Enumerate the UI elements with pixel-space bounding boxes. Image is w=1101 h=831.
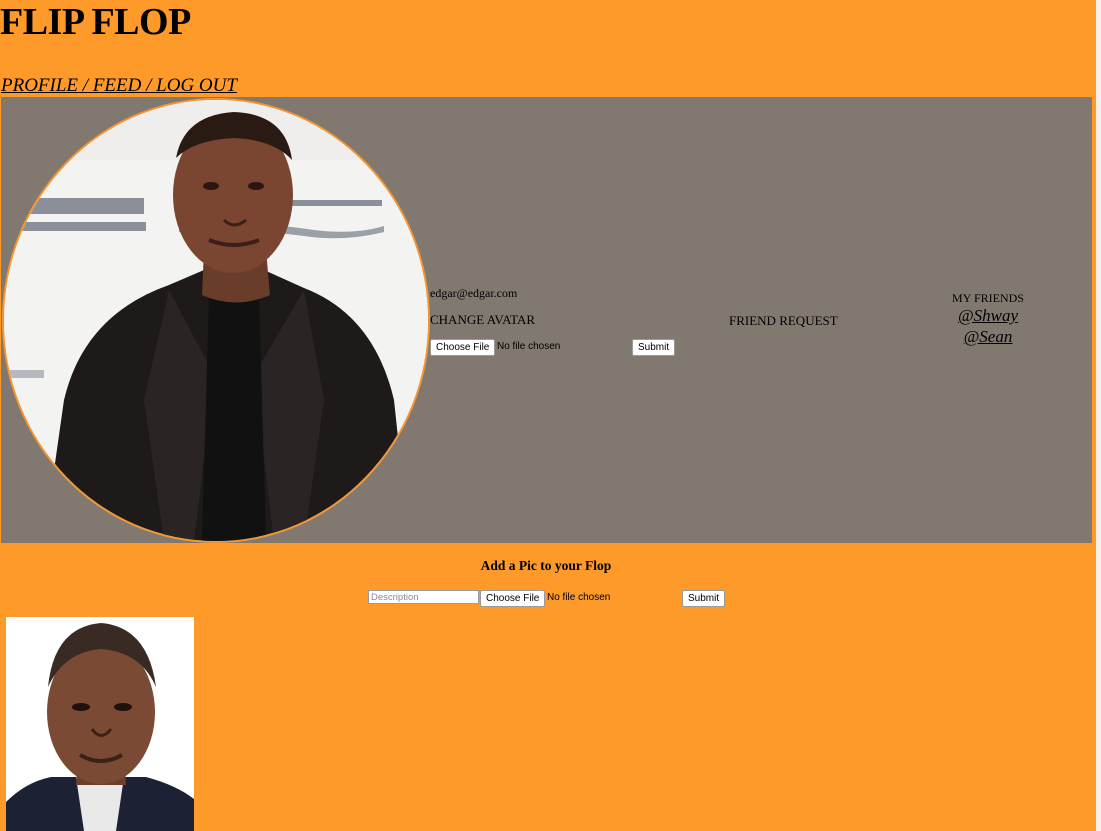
my-friends-header: MY FRIENDS <box>952 291 1024 305</box>
flop-photo <box>6 617 194 831</box>
nav-separator: / <box>141 75 157 96</box>
avatar <box>2 98 430 543</box>
pic-submit-button[interactable]: Submit <box>682 590 726 607</box>
description-input[interactable] <box>368 590 479 604</box>
pic-choose-file-button[interactable]: Choose File <box>480 590 546 607</box>
friend-link-sean[interactable]: @Sean <box>936 326 1040 347</box>
avatar-file-status: No file chosen <box>497 341 561 352</box>
top-nav: PROFILE / FEED / LOG OUT <box>1 76 237 96</box>
nav-profile-link[interactable]: PROFILE <box>1 75 78 96</box>
nav-separator: / <box>78 75 93 96</box>
profile-email: edgar@edgar.com <box>430 286 518 300</box>
site-title: FLIP FLOP <box>0 1 191 43</box>
window-right-edge <box>1096 0 1101 831</box>
pic-file-status: No file chosen <box>547 592 611 603</box>
profile-panel: edgar@edgar.com CHANGE AVATAR Choose Fil… <box>1 97 1092 543</box>
nav-feed-link[interactable]: FEED <box>93 75 142 96</box>
avatar-choose-file-button[interactable]: Choose File <box>430 339 496 356</box>
avatar-photo <box>4 100 428 541</box>
my-friends-list: MY FRIENDS @Shway @Sean <box>936 291 1040 347</box>
avatar-submit-button[interactable]: Submit <box>632 339 676 356</box>
add-pic-heading: Add a Pic to your Flop <box>480 558 612 573</box>
change-avatar-label: CHANGE AVATAR <box>430 312 536 327</box>
friend-request-label: FRIEND REQUEST <box>729 313 838 328</box>
nav-logout-link[interactable]: LOG OUT <box>156 75 237 96</box>
flop-photo-image <box>6 617 194 831</box>
friend-link-shway[interactable]: @Shway <box>936 305 1040 326</box>
